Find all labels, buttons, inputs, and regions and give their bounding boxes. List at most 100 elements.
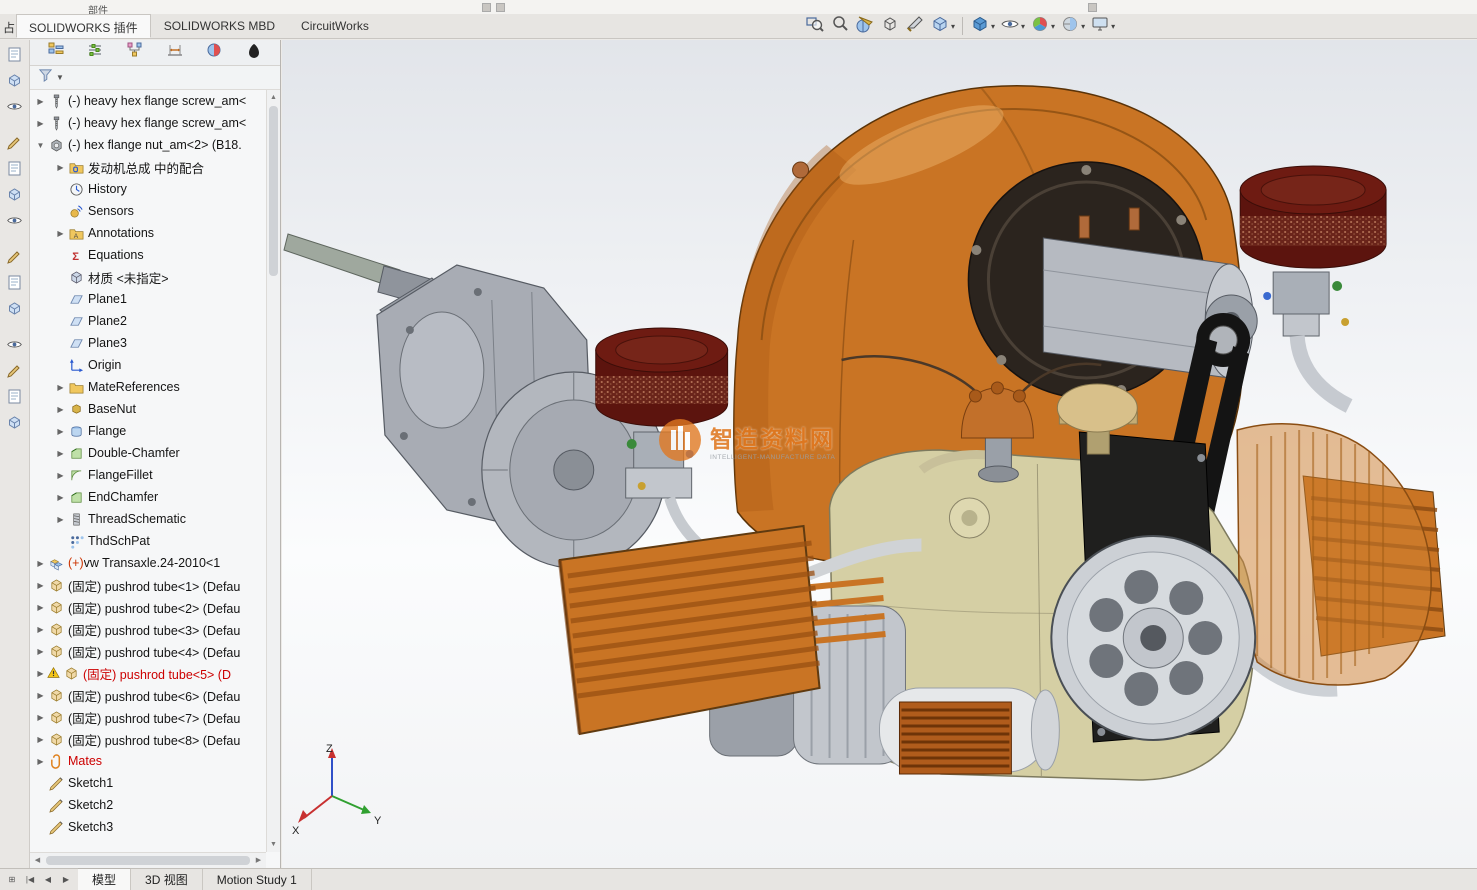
- pane-splitter-button[interactable]: ⊞: [4, 872, 20, 888]
- engine-model[interactable]: [282, 40, 1477, 868]
- side-toolbar-button[interactable]: [3, 361, 27, 385]
- expand-arrow-icon[interactable]: ▶: [54, 163, 67, 172]
- scroll-first-button[interactable]: |◀: [22, 872, 38, 888]
- dimxpertmanager-tab[interactable]: [162, 42, 188, 64]
- display-style-button[interactable]: ▾: [928, 14, 957, 38]
- tree-item[interactable]: Sketch3: [30, 816, 266, 838]
- filter-dropdown-caret[interactable]: ▼: [56, 73, 64, 82]
- scrollbar-thumb[interactable]: [46, 856, 250, 865]
- side-toolbar-button[interactable]: [3, 133, 27, 157]
- cam-tab[interactable]: [241, 42, 267, 64]
- tree-item[interactable]: ▶(-) heavy hex flange screw_am<: [30, 90, 266, 112]
- expand-arrow-icon[interactable]: ▶: [54, 493, 67, 502]
- side-toolbar-button[interactable]: [3, 71, 27, 95]
- expand-arrow-icon[interactable]: ▶: [54, 471, 67, 480]
- cooling-duct-right[interactable]: [1237, 424, 1431, 685]
- scroll-up-arrow[interactable]: ▲: [267, 91, 280, 104]
- scroll-right-arrow[interactable]: ▶: [252, 854, 265, 867]
- dropdown-caret-icon[interactable]: ▾: [991, 22, 995, 31]
- tab-motion-study-1[interactable]: Motion Study 1: [203, 869, 312, 890]
- filter-funnel-icon[interactable]: [38, 68, 53, 88]
- tree-item[interactable]: ▶发动机总成 中的配合: [30, 156, 266, 178]
- tree-item[interactable]: ▶EndChamfer: [30, 486, 266, 508]
- expand-arrow-icon[interactable]: ▶: [54, 405, 67, 414]
- tree-item[interactable]: ▶Flange: [30, 420, 266, 442]
- expand-arrow-icon[interactable]: ▶: [34, 119, 47, 128]
- expand-arrow-icon[interactable]: ▶: [54, 383, 67, 392]
- displaymanager-tab[interactable]: [201, 42, 227, 64]
- dropdown-caret-icon[interactable]: ▾: [1111, 22, 1115, 31]
- side-toolbar-button[interactable]: [3, 185, 27, 209]
- tree-item[interactable]: Sketch1: [30, 772, 266, 794]
- tree-vertical-scrollbar[interactable]: ▲ ▼: [266, 90, 280, 852]
- propertymanager-tab[interactable]: [82, 42, 108, 64]
- tree-item[interactable]: Plane3: [30, 332, 266, 354]
- section-view-button[interactable]: [853, 14, 877, 38]
- zoom-to-area-button[interactable]: [828, 14, 852, 38]
- apply-scene-button[interactable]: ▾: [1058, 14, 1087, 38]
- tree-horizontal-scrollbar[interactable]: ◀ ▶: [30, 852, 266, 868]
- scrollbar-thumb[interactable]: [269, 106, 278, 276]
- configurationmanager-tab[interactable]: [122, 42, 148, 64]
- expand-arrow-icon[interactable]: ▶: [54, 427, 67, 436]
- scroll-right-button[interactable]: ▶: [58, 872, 74, 888]
- tree-item[interactable]: ▶(固定) pushrod tube<5> (D: [30, 662, 266, 684]
- expand-arrow-icon[interactable]: ▶: [34, 647, 47, 656]
- expand-arrow-icon[interactable]: ▶: [34, 97, 47, 106]
- expand-arrow-icon[interactable]: ▶: [34, 735, 47, 744]
- crank-pulley[interactable]: [1051, 536, 1255, 740]
- dropdown-caret-icon[interactable]: ▾: [1051, 22, 1055, 31]
- ribbon-tab-circuitworks[interactable]: CircuitWorks: [288, 14, 382, 38]
- dropdown-caret-icon[interactable]: ▾: [951, 22, 955, 31]
- tree-item[interactable]: ▶(固定) pushrod tube<6> (Defau: [30, 684, 266, 706]
- tree-item[interactable]: ▶AAnnotations: [30, 222, 266, 244]
- tree-item[interactable]: ▶BaseNut: [30, 398, 266, 420]
- expand-arrow-icon[interactable]: ▼: [34, 141, 47, 150]
- ribbon-tab-partial[interactable]: 占: [0, 14, 16, 38]
- dropdown-caret-icon[interactable]: ▾: [1081, 22, 1085, 31]
- side-toolbar-button[interactable]: [3, 247, 27, 271]
- graphics-area[interactable]: 智造资料网 INTELLIGENT-MANUFACTURE DATA Z X Y: [282, 40, 1477, 868]
- zoom-to-fit-button[interactable]: [803, 14, 827, 38]
- tree-item[interactable]: ThdSchPat: [30, 530, 266, 552]
- side-toolbar-button[interactable]: [3, 335, 27, 359]
- side-toolbar-button[interactable]: [3, 413, 27, 437]
- tree-item[interactable]: Sketch2: [30, 794, 266, 816]
- side-toolbar-button[interactable]: [3, 387, 27, 411]
- dropdown-caret-icon[interactable]: ▾: [1021, 22, 1025, 31]
- view-orientation-button[interactable]: ▾: [968, 14, 997, 38]
- edit-appearance-button[interactable]: ▾: [1028, 14, 1057, 38]
- expand-arrow-icon[interactable]: ▶: [54, 449, 67, 458]
- expand-arrow-icon[interactable]: ▶: [34, 603, 47, 612]
- tree-item[interactable]: Plane1: [30, 288, 266, 310]
- expand-arrow-icon[interactable]: ▶: [34, 559, 47, 568]
- oil-sump[interactable]: [899, 702, 1011, 774]
- view-settings-button[interactable]: ▾: [1088, 14, 1117, 38]
- expand-arrow-icon[interactable]: ▶: [54, 515, 67, 524]
- tree-item[interactable]: ΣEquations: [30, 244, 266, 266]
- scroll-down-arrow[interactable]: ▼: [267, 838, 280, 851]
- tree-item[interactable]: ▶(固定) pushrod tube<7> (Defau: [30, 706, 266, 728]
- expand-arrow-icon[interactable]: ▶: [34, 581, 47, 590]
- cut-view-button[interactable]: [903, 14, 927, 38]
- tree-item[interactable]: ▼(-) hex flange nut_am<2> (B18.: [30, 134, 266, 156]
- tree-item[interactable]: ▶ThreadSchematic: [30, 508, 266, 530]
- tree-item[interactable]: ▶FlangeFillet: [30, 464, 266, 486]
- side-toolbar-button[interactable]: [3, 211, 27, 235]
- tree-item[interactable]: ▶(固定) pushrod tube<3> (Defau: [30, 618, 266, 640]
- side-toolbar-button[interactable]: [3, 45, 27, 69]
- scroll-left-arrow[interactable]: ◀: [31, 854, 44, 867]
- tab-model[interactable]: 模型: [78, 868, 131, 890]
- air-filter-right[interactable]: [1240, 166, 1386, 268]
- scroll-left-button[interactable]: ◀: [40, 872, 56, 888]
- air-filter-left[interactable]: [596, 328, 728, 426]
- ribbon-tab-solidworks-addins[interactable]: SOLIDWORKS 插件: [16, 14, 151, 38]
- hide-show-items-button[interactable]: ▾: [998, 14, 1027, 38]
- tree-item[interactable]: History: [30, 178, 266, 200]
- side-toolbar-button[interactable]: [3, 159, 27, 183]
- tree-item[interactable]: ▶(固定) pushrod tube<2> (Defau: [30, 596, 266, 618]
- tree-item[interactable]: Sensors: [30, 200, 266, 222]
- side-toolbar-button[interactable]: [3, 97, 27, 121]
- ribbon-tab-solidworks-mbd[interactable]: SOLIDWORKS MBD: [151, 14, 288, 38]
- tree-item[interactable]: Plane2: [30, 310, 266, 332]
